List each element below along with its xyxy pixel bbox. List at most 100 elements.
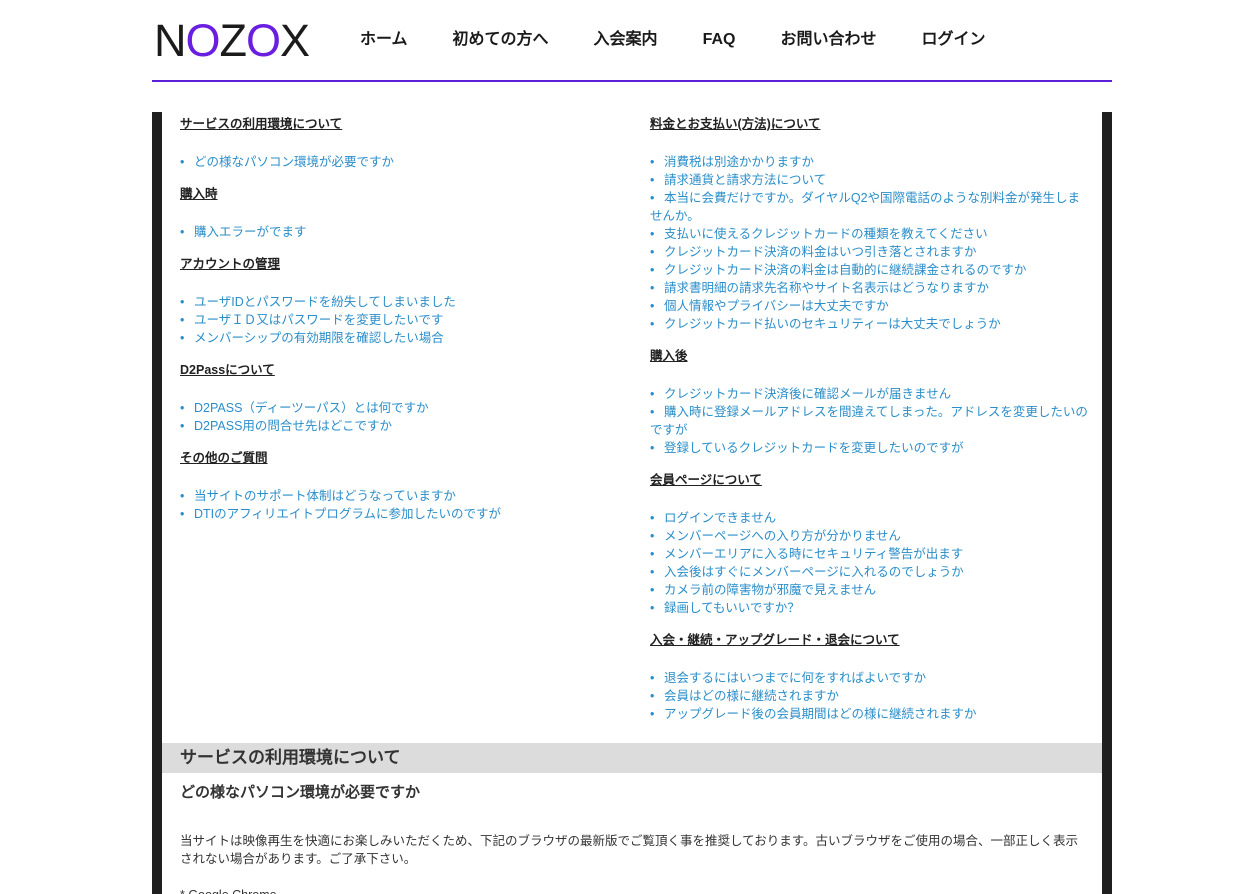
bullet-icon: • xyxy=(650,191,655,205)
faq-question-link[interactable]: ユーザＩＤ又はパスワードを変更したいです xyxy=(194,313,443,327)
faq-question-link[interactable]: 購入時に登録メールアドレスを間違えてしまった。アドレスを変更したいのですが xyxy=(650,405,1088,437)
faq-question-link[interactable]: クレジットカード決済後に確認メールが届きません xyxy=(664,387,951,401)
faq-question-link[interactable]: メンバーページへの入り方が分かりません xyxy=(664,529,901,543)
faq-list-item: • 請求書明細の請求先名称やサイト名表示はどうなりますか xyxy=(650,279,1090,297)
main-nav: ホーム 初めての方へ 入会案内 FAQ お問い合わせ ログイン xyxy=(360,28,1030,52)
question-heading: どの様なパソコン環境が必要ですか xyxy=(180,784,421,801)
faq-question-link[interactable]: 登録しているクレジットカードを変更したいのですが xyxy=(664,441,964,455)
faq-category-title: その他のご質問 xyxy=(180,451,268,465)
faq-question-link[interactable]: 請求書明細の請求先名称やサイト名表示はどうなりますか xyxy=(664,281,989,295)
bullet-icon: • xyxy=(650,245,655,259)
faq-list-item: • クレジットカード決済の料金は自動的に継続課金されるのですか xyxy=(650,261,1090,279)
faq-category-title: 入会・継続・アップグレード・退会について xyxy=(650,633,900,647)
faq-list: • 消費税は別途かかりますか • 請求通貨と請求方法について • 本当に会費だけですか。ダ… xyxy=(650,153,1090,333)
faq-list: • 購入エラーがでます xyxy=(180,223,620,241)
faq-list-item: • ログインできません xyxy=(650,509,1090,527)
faq-question-link[interactable]: 退会するにはいつまでに何をすればよいですか xyxy=(664,671,926,685)
faq-question-link[interactable]: 個人情報やプライバシーは大丈夫ですか xyxy=(664,299,889,313)
bullet-icon: • xyxy=(650,387,655,401)
bullet-icon: • xyxy=(180,489,185,503)
answer-text: 当サイトは映像再生を快適にお楽しみいただくため、下記のブラウザの最新版でご覧頂く… xyxy=(180,834,1079,866)
faq-list-item: • アップグレード後の会員期間はどの様に継続されますか xyxy=(650,705,1090,723)
faq-question-link[interactable]: 当サイトのサポート体制はどうなっていますか xyxy=(194,489,456,503)
site-logo[interactable]: NOZOX xyxy=(154,17,310,65)
faq-question-link[interactable]: D2PASS用の問合せ先はどこですか xyxy=(194,419,392,433)
bullet-icon: • xyxy=(650,405,655,419)
faq-list-item: • メンバーエリアに入る時にセキュリティ警告が出ます xyxy=(650,545,1090,563)
faq-list-item: • DTIのアフィリエイトプログラムに参加したいのですが xyxy=(180,505,620,523)
faq-question-link[interactable]: クレジットカード決済の料金はいつ引き落とされますか xyxy=(664,245,977,259)
nav-contact[interactable]: お問い合わせ xyxy=(780,28,876,52)
bullet-icon: • xyxy=(180,225,185,239)
faq-list: • D2PASS（ディーツーパス）とは何ですか • D2PASS用の問合せ先はどこです… xyxy=(180,399,620,435)
faq-question-link[interactable]: アップグレード後の会員期間はどの様に継続されますか xyxy=(664,707,977,721)
faq-list-item: • 消費税は別途かかりますか xyxy=(650,153,1090,171)
faq-question-link[interactable]: 購入エラーがでます xyxy=(194,225,307,239)
faq-right-column: 料金とお支払い(方法)について • 消費税は別途かかりますか • 請求通貨と請求方法につ… xyxy=(650,115,1090,737)
faq-list-item: • カメラ前の障害物が邪魔で見えません xyxy=(650,581,1090,599)
faq-list-item: • 当サイトのサポート体制はどうなっていますか xyxy=(180,487,620,505)
faq-category-title: アカウントの管理 xyxy=(180,257,281,271)
bullet-icon: • xyxy=(180,295,185,309)
faq-category-title: 料金とお支払い(方法)について xyxy=(650,117,821,131)
bullet-icon: • xyxy=(650,281,655,295)
bullet-icon: • xyxy=(650,583,655,597)
faq-question-link[interactable]: クレジットカード決済の料金は自動的に継続課金されるのですか xyxy=(664,263,1027,277)
bullet-icon: • xyxy=(650,263,655,277)
faq-list-item: • 録画してもいいですか？ xyxy=(650,599,1090,617)
nav-join[interactable]: 入会案内 xyxy=(594,28,658,52)
bullet-icon: • xyxy=(650,547,655,561)
faq-question-link[interactable]: メンバーシップの有効期限を確認したい場合 xyxy=(194,331,444,345)
faq-list-item: • 個人情報やプライバシーは大丈夫ですか xyxy=(650,297,1090,315)
faq-list-item: • D2PASS用の問合せ先はどこですか xyxy=(180,417,620,435)
section-heading: サービスの利用環境について xyxy=(180,748,401,767)
faq-question-link[interactable]: 録画してもいいですか？ xyxy=(664,601,800,615)
faq-question-link[interactable]: 請求通貨と請求方法について xyxy=(664,173,826,187)
bullet-icon: • xyxy=(180,419,185,433)
faq-question-link[interactable]: どの様なパソコン環境が必要ですか xyxy=(194,155,394,169)
faq-list-item: • 支払いに使えるクレジットカードの種類を教えてください xyxy=(650,225,1090,243)
faq-question-link[interactable]: 入会後はすぐにメンバーページに入れるのでしょうか xyxy=(664,565,964,579)
faq-list-item: • 登録しているクレジットカードを変更したいのですが xyxy=(650,439,1090,457)
section-band: サービスの利用環境について xyxy=(162,743,1102,773)
bullet-icon: • xyxy=(650,689,655,703)
faq-list: • 退会するにはいつまでに何をすればよいですか • 会員はどの様に継続されますか • アッ… xyxy=(650,669,1090,723)
faq-list: • クレジットカード決済後に確認メールが届きません • 購入時に登録メールアドレスを間… xyxy=(650,385,1090,457)
faq-list-item: • 請求通貨と請求方法について xyxy=(650,171,1090,189)
nav-faq[interactable]: FAQ xyxy=(703,28,736,52)
faq-question-link[interactable]: ログインできません xyxy=(664,511,776,525)
bullet-icon: • xyxy=(650,173,655,187)
bullet-icon: • xyxy=(650,299,655,313)
faq-list-item: • クレジットカード払いのセキュリティーは大丈夫でしょうか xyxy=(650,315,1090,333)
faq-question-link[interactable]: カメラ前の障害物が邪魔で見えません xyxy=(664,583,876,597)
faq-list-item: • ユーザIDとパスワードを紛失してしまいました xyxy=(180,293,620,311)
bullet-icon: • xyxy=(650,317,655,331)
faq-question-link[interactable]: メンバーエリアに入る時にセキュリティ警告が出ます xyxy=(664,547,963,561)
faq-category-title: サービスの利用環境について xyxy=(180,117,343,131)
faq-list-item: • メンバーシップの有効期限を確認したい場合 xyxy=(180,329,620,347)
faq-list-item: • 購入時に登録メールアドレスを間違えてしまった。アドレスを変更したいのですが xyxy=(650,403,1090,439)
nav-login[interactable]: ログイン xyxy=(921,28,985,52)
faq-question-link[interactable]: 会員はどの様に継続されますか xyxy=(664,689,839,703)
faq-question-link[interactable]: 消費税は別途かかりますか xyxy=(664,155,814,169)
faq-question-link[interactable]: ユーザIDとパスワードを紛失してしまいました xyxy=(194,295,456,309)
nav-first-time[interactable]: 初めての方へ xyxy=(453,28,549,52)
faq-left-column: サービスの利用環境について • どの様なパソコン環境が必要ですか 購入時 • 購入エラーが… xyxy=(180,115,620,537)
faq-category-title: 会員ページについて xyxy=(650,473,762,487)
faq-question-link[interactable]: 本当に会費だけですか。ダイヤルQ2や国際電話のような別料金が発生しませんか。 xyxy=(650,191,1080,223)
faq-list-item: • 本当に会費だけですか。ダイヤルQ2や国際電話のような別料金が発生しませんか。 xyxy=(650,189,1090,225)
faq-list-item: • クレジットカード決済の料金はいつ引き落とされますか xyxy=(650,243,1090,261)
faq-list: • ログインできません • メンバーページへの入り方が分かりません • メンバーエリアに入… xyxy=(650,509,1090,617)
nav-home[interactable]: ホーム xyxy=(360,28,408,52)
faq-list-item: • ユーザＩＤ又はパスワードを変更したいです xyxy=(180,311,620,329)
bullet-icon: • xyxy=(650,707,655,721)
bullet-icon: • xyxy=(180,401,185,415)
faq-question-link[interactable]: DTIのアフィリエイトプログラムに参加したいのですが xyxy=(194,507,501,521)
bullet-icon: • xyxy=(180,331,185,345)
faq-question-link[interactable]: 支払いに使えるクレジットカードの種類を教えてください xyxy=(664,227,988,241)
bullet-icon: • xyxy=(180,155,185,169)
bullet-icon: • xyxy=(180,507,185,521)
faq-question-link[interactable]: D2PASS（ディーツーパス）とは何ですか xyxy=(194,401,429,415)
faq-question-link[interactable]: クレジットカード払いのセキュリティーは大丈夫でしょうか xyxy=(664,317,1001,331)
bullet-icon: • xyxy=(650,227,655,241)
